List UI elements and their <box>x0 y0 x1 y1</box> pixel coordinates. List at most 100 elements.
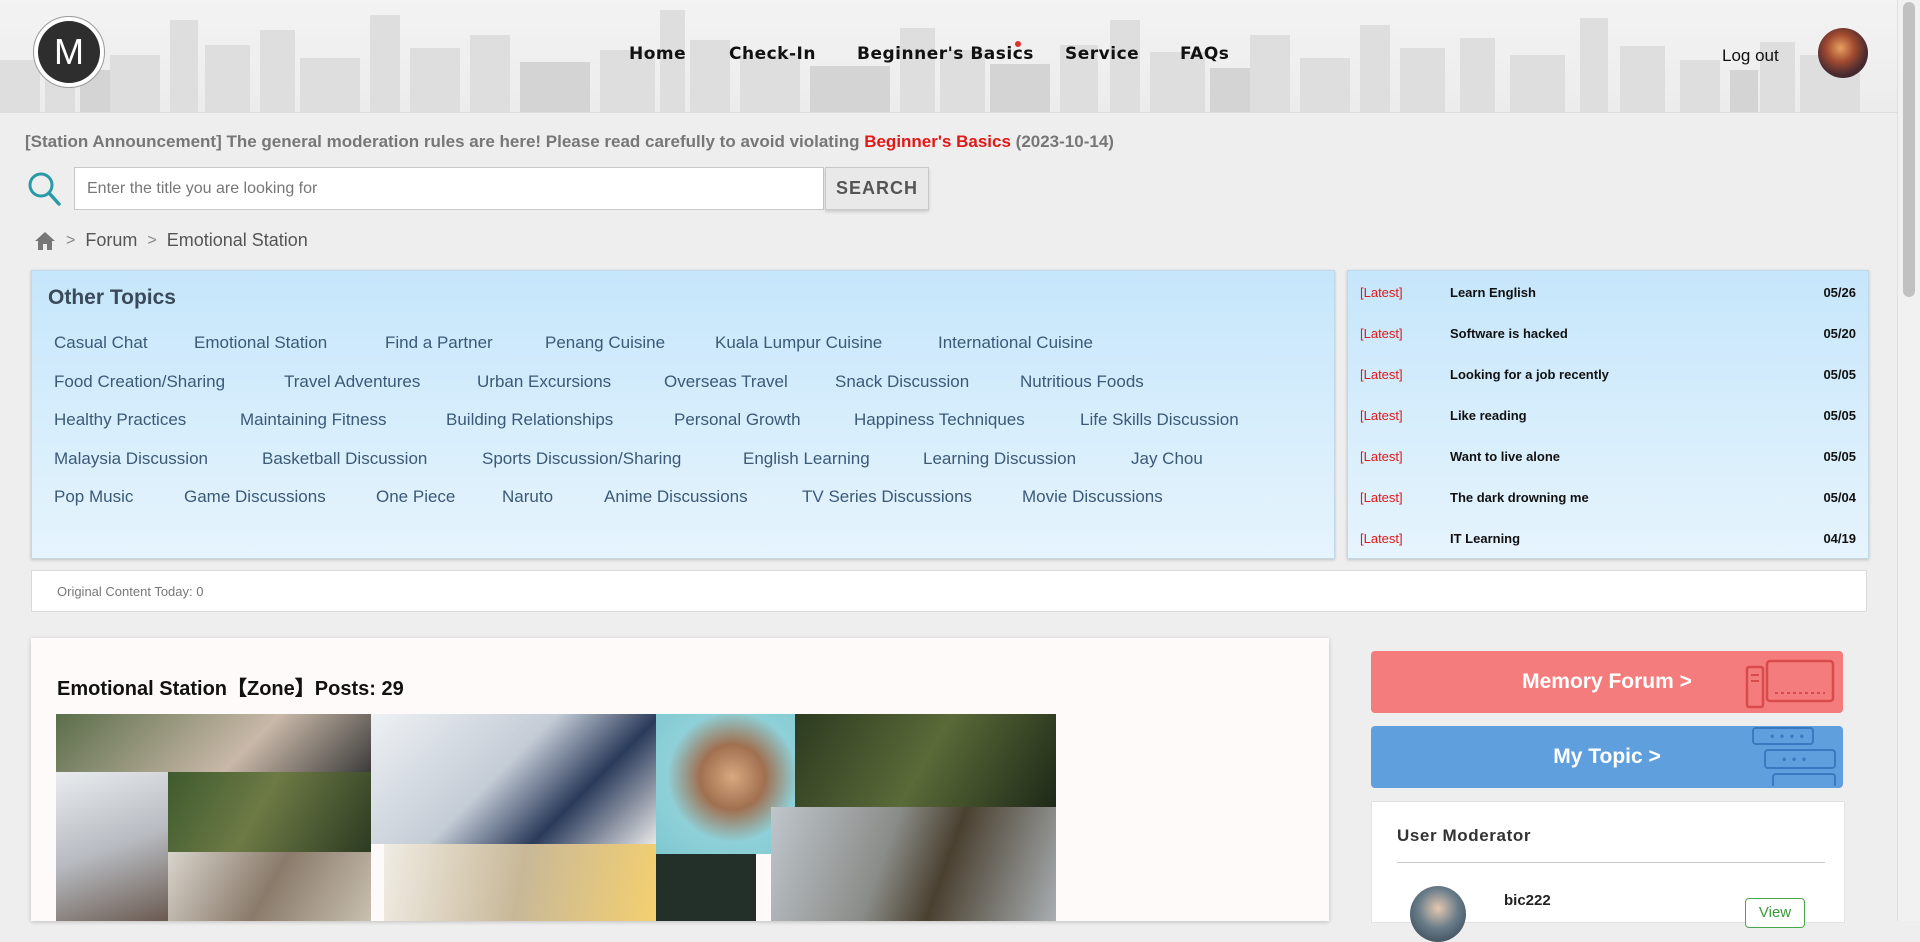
search-input[interactable] <box>74 167 824 210</box>
my-topic-button[interactable]: • • • • • • • My Topic > <box>1371 726 1843 788</box>
topic-link[interactable]: International Cuisine <box>938 333 1093 353</box>
search-button[interactable]: SEARCH <box>825 167 929 210</box>
topic-link[interactable]: Emotional Station <box>194 333 327 353</box>
station-announcement: [Station Announcement] The general moder… <box>25 132 1114 152</box>
nav-beginners-basics[interactable]: Beginner's Basics <box>857 44 1034 64</box>
topic-link[interactable]: Maintaining Fitness <box>240 410 386 430</box>
latest-date: 04/19 <box>1823 531 1856 546</box>
latest-title[interactable]: IT Learning <box>1450 531 1520 546</box>
latest-tag: [Latest] <box>1360 408 1403 423</box>
topic-link[interactable]: Jay Chou <box>1131 449 1203 469</box>
topic-link[interactable]: Malaysia Discussion <box>54 449 208 469</box>
latest-date: 05/26 <box>1823 285 1856 300</box>
topic-link[interactable]: Food Creation/Sharing <box>54 372 225 392</box>
latest-title[interactable]: Software is hacked <box>1450 326 1568 341</box>
latest-item[interactable]: [Latest] IT Learning 04/19 <box>1348 531 1868 551</box>
logout-link[interactable]: Log out <box>1722 46 1779 66</box>
topic-link[interactable]: Learning Discussion <box>923 449 1076 469</box>
logo-letter: M <box>38 21 100 83</box>
home-icon[interactable] <box>34 231 56 251</box>
latest-tag: [Latest] <box>1360 367 1403 382</box>
topic-link[interactable]: Casual Chat <box>54 333 148 353</box>
latest-date: 05/05 <box>1823 408 1856 423</box>
latest-tag: [Latest] <box>1360 285 1403 300</box>
collage-photo <box>56 772 168 921</box>
latest-title[interactable]: The dark drowning me <box>1450 490 1589 505</box>
latest-item[interactable]: [Latest] The dark drowning me 05/04 <box>1348 490 1868 510</box>
latest-title[interactable]: Learn English <box>1450 285 1536 300</box>
latest-posts-panel: [Latest] Learn English 05/26 [Latest] So… <box>1347 270 1869 559</box>
latest-date: 05/05 <box>1823 449 1856 464</box>
latest-title[interactable]: Like reading <box>1450 408 1527 423</box>
memory-forum-label: Memory Forum > <box>1522 670 1692 693</box>
collage-photo <box>371 714 656 844</box>
topic-link[interactable]: Personal Growth <box>674 410 801 430</box>
latest-tag: [Latest] <box>1360 490 1403 505</box>
moderator-title: User Moderator <box>1397 826 1532 845</box>
view-moderator-button[interactable]: View <box>1745 898 1805 928</box>
topic-link[interactable]: Snack Discussion <box>835 372 969 392</box>
moderator-avatar[interactable] <box>1410 886 1466 942</box>
topic-link[interactable]: Healthy Practices <box>54 410 186 430</box>
collage-photo <box>168 852 371 921</box>
breadcrumb-current: Emotional Station <box>166 230 308 250</box>
topic-link[interactable]: Basketball Discussion <box>262 449 427 469</box>
latest-item[interactable]: [Latest] Looking for a job recently 05/0… <box>1348 367 1868 387</box>
memory-forum-button[interactable]: Memory Forum > <box>1371 651 1843 713</box>
topic-link[interactable]: Movie Discussions <box>1022 487 1163 507</box>
latest-title[interactable]: Want to live alone <box>1450 449 1560 464</box>
breadcrumb: > Forum > Emotional Station <box>34 230 308 251</box>
topic-link[interactable]: Building Relationships <box>446 410 613 430</box>
user-avatar[interactable] <box>1818 28 1868 78</box>
collage-photo <box>168 772 371 852</box>
topic-link[interactable]: Kuala Lumpur Cuisine <box>715 333 882 353</box>
latest-tag: [Latest] <box>1360 326 1403 341</box>
search-icon[interactable] <box>27 171 61 207</box>
collage-photo <box>771 807 1056 921</box>
my-topic-label: My Topic > <box>1553 745 1661 768</box>
latest-tag: [Latest] <box>1360 449 1403 464</box>
topic-link[interactable]: English Learning <box>743 449 870 469</box>
nav-home[interactable]: Home <box>629 44 686 64</box>
topic-link[interactable]: Penang Cuisine <box>545 333 665 353</box>
topic-link[interactable]: Naruto <box>502 487 553 507</box>
topic-link[interactable]: Nutritious Foods <box>1020 372 1144 392</box>
topic-link[interactable]: Find a Partner <box>385 333 493 353</box>
latest-item[interactable]: [Latest] Want to live alone 05/05 <box>1348 449 1868 469</box>
topic-link[interactable]: Pop Music <box>54 487 133 507</box>
zone-panel: Emotional Station【Zone】Posts: 29 <box>31 638 1329 921</box>
breadcrumb-forum[interactable]: Forum <box>85 230 137 251</box>
breadcrumb-separator: > <box>66 231 76 249</box>
moderator-name[interactable]: bic222 <box>1504 892 1551 909</box>
announcement-text: [Station Announcement] The general moder… <box>25 132 860 151</box>
divider <box>1397 862 1825 863</box>
collage-photo <box>56 714 371 774</box>
topic-link[interactable]: Urban Excursions <box>477 372 611 392</box>
topic-link[interactable]: Happiness Techniques <box>854 410 1025 430</box>
site-logo[interactable]: M <box>33 16 105 88</box>
latest-title[interactable]: Looking for a job recently <box>1450 367 1609 382</box>
topic-link[interactable]: Travel Adventures <box>284 372 420 392</box>
collage-photo <box>795 714 1056 807</box>
topic-link[interactable]: Anime Discussions <box>604 487 748 507</box>
page-scrollbar[interactable] <box>1897 0 1920 921</box>
collage-photo <box>656 854 756 921</box>
other-topics-panel: Other Topics Casual Chat Emotional Stati… <box>31 270 1335 559</box>
nav-service[interactable]: Service <box>1065 44 1139 64</box>
topic-link[interactable]: One Piece <box>376 487 455 507</box>
topic-link[interactable]: Game Discussions <box>184 487 326 507</box>
latest-item[interactable]: [Latest] Learn English 05/26 <box>1348 285 1868 305</box>
topic-link[interactable]: Sports Discussion/Sharing <box>482 449 681 469</box>
user-moderator-panel: User Moderator bic222 View <box>1371 801 1845 942</box>
today-stats: Original Content Today: 0 <box>31 570 1867 612</box>
nav-faqs[interactable]: FAQs <box>1180 44 1229 64</box>
announcement-link[interactable]: Beginner's Basics <box>864 132 1011 151</box>
latest-item[interactable]: [Latest] Software is hacked 05/20 <box>1348 326 1868 346</box>
scrollbar-thumb[interactable] <box>1903 2 1915 297</box>
topic-link[interactable]: Life Skills Discussion <box>1080 410 1239 430</box>
topic-link[interactable]: Overseas Travel <box>664 372 788 392</box>
latest-date: 05/20 <box>1823 326 1856 341</box>
topic-link[interactable]: TV Series Discussions <box>802 487 972 507</box>
latest-item[interactable]: [Latest] Like reading 05/05 <box>1348 408 1868 428</box>
nav-check-in[interactable]: Check-In <box>729 44 816 64</box>
